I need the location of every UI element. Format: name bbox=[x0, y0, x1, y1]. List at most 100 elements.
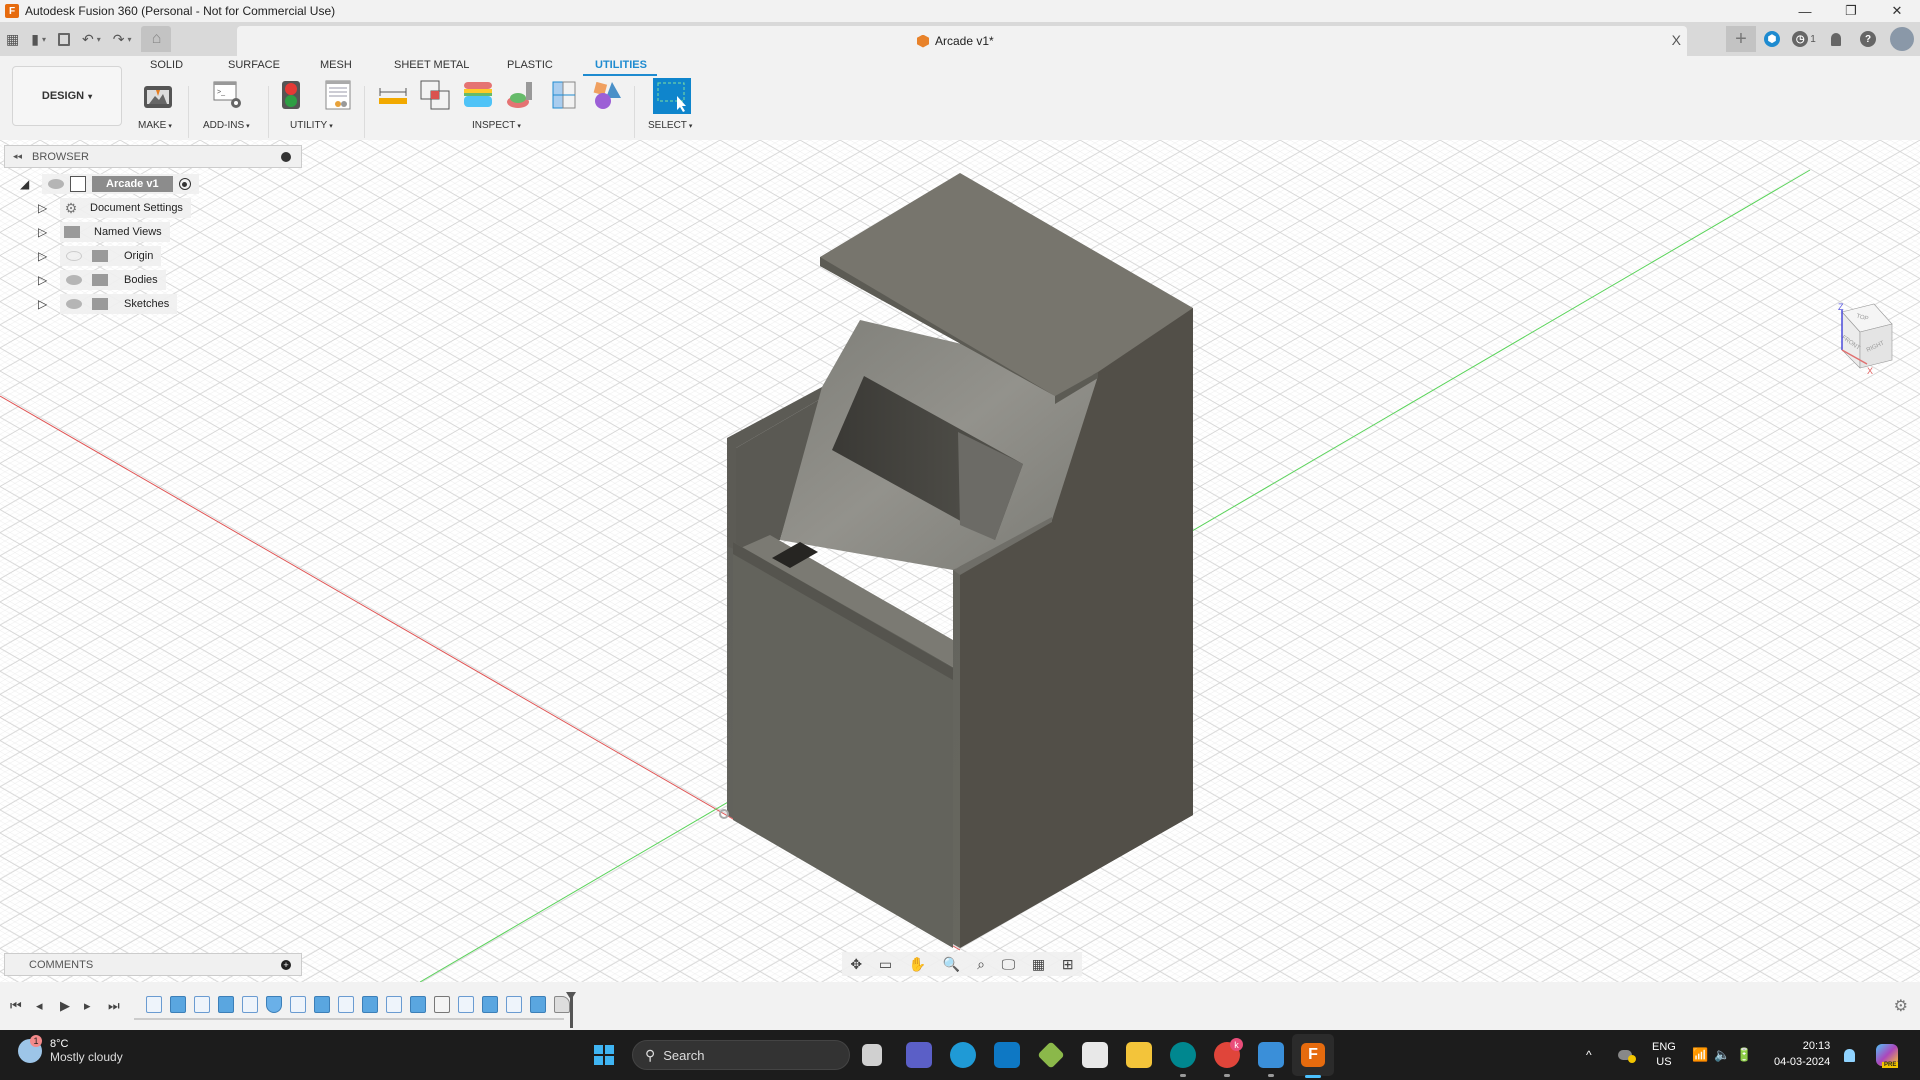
timeline-feature-sketch-icon[interactable] bbox=[242, 996, 258, 1013]
tab-plastic[interactable]: PLASTIC bbox=[507, 59, 553, 71]
browser-root-item[interactable]: ◢ Arcade v1 bbox=[20, 173, 199, 195]
timeline-feature-extrude-icon[interactable] bbox=[530, 996, 546, 1013]
curvature-analysis-icon[interactable] bbox=[463, 80, 493, 110]
start-button[interactable] bbox=[594, 1045, 614, 1065]
wifi-icon[interactable]: 📶 bbox=[1692, 1030, 1708, 1080]
weather-widget[interactable]: 1 8°C Mostly cloudy bbox=[18, 1035, 123, 1064]
draft-analysis-icon[interactable] bbox=[506, 80, 536, 110]
help-button[interactable]: ? bbox=[1852, 31, 1884, 47]
workspace-switcher[interactable]: DESIGN ▾ bbox=[12, 66, 122, 126]
add-comment-icon[interactable]: + bbox=[281, 959, 291, 970]
timeline-feature-sketch-icon[interactable] bbox=[290, 996, 306, 1013]
go-to-end-button[interactable]: ⏭ bbox=[108, 998, 120, 1014]
taskbar-search[interactable]: ⚲ Search bbox=[632, 1040, 850, 1070]
notification-center-icon[interactable] bbox=[1844, 1030, 1855, 1080]
undo-button[interactable]: ↶ ▾ bbox=[76, 26, 107, 52]
expand-triangle-icon[interactable]: ▷ bbox=[38, 201, 50, 215]
zoom-icon[interactable]: 🔍 bbox=[943, 956, 960, 973]
browser-item-bodies[interactable]: ▷ Bodies bbox=[38, 269, 166, 291]
tab-solid[interactable]: SOLID bbox=[150, 59, 183, 71]
timeline-feature-sketch-icon[interactable] bbox=[146, 996, 162, 1013]
add-ins-group-label[interactable]: ADD-INS ▾ bbox=[203, 120, 250, 131]
timeline-feature-extrude-icon[interactable] bbox=[170, 996, 186, 1013]
minimize-button[interactable]: — bbox=[1782, 0, 1828, 22]
file-menu-button[interactable]: ▮ ▾ bbox=[25, 26, 52, 52]
measure-icon[interactable] bbox=[378, 80, 408, 110]
timeline-feature-shell-icon[interactable] bbox=[434, 996, 450, 1013]
tab-mesh[interactable]: MESH bbox=[320, 59, 352, 71]
restore-button[interactable]: ❐ bbox=[1828, 0, 1874, 22]
language-indicator[interactable]: ENG US bbox=[1652, 1030, 1676, 1080]
orbit-icon[interactable]: ✥ bbox=[850, 956, 862, 973]
browser-item-document-settings[interactable]: ▷ ⚙ Document Settings bbox=[38, 197, 191, 219]
interference-icon[interactable] bbox=[420, 80, 450, 110]
show-hidden-icons[interactable]: ^ bbox=[1586, 1030, 1592, 1080]
redo-button[interactable]: ↷ ▾ bbox=[107, 26, 138, 52]
look-at-icon[interactable]: ▭ bbox=[879, 956, 892, 973]
close-window-button[interactable]: ✕ bbox=[1874, 0, 1920, 22]
timeline-feature-extrude-icon[interactable] bbox=[410, 996, 426, 1013]
clock[interactable]: 20:13 04-03-2024 bbox=[1774, 1038, 1830, 1070]
tab-utilities[interactable]: UTILITIES bbox=[595, 59, 647, 71]
browser-item-named-views[interactable]: ▷ Named Views bbox=[38, 221, 170, 243]
pan-icon[interactable]: ✋ bbox=[909, 956, 926, 973]
job-status-button[interactable]: ◷ 1 bbox=[1788, 31, 1820, 47]
pin-icon[interactable] bbox=[281, 151, 291, 162]
eye-icon[interactable] bbox=[66, 275, 82, 285]
arduino-icon[interactable] bbox=[1170, 1042, 1196, 1068]
timeline-feature-extrude-icon[interactable] bbox=[314, 996, 330, 1013]
extensions-button[interactable]: ⬢ bbox=[1756, 31, 1788, 47]
timeline-feature-sketch-icon[interactable] bbox=[506, 996, 522, 1013]
expanded-triangle-icon[interactable]: ◢ bbox=[20, 177, 32, 191]
section-analysis-icon[interactable] bbox=[549, 80, 579, 110]
browser-item-origin[interactable]: ▷ Origin bbox=[38, 245, 162, 267]
timeline-feature-sketch-icon[interactable] bbox=[458, 996, 474, 1013]
microsoft-store-icon[interactable] bbox=[1082, 1042, 1108, 1068]
3d-canvas[interactable]: TOP FRONT RIGHT Z X bbox=[0, 140, 1920, 982]
new-tab-button[interactable]: + bbox=[1726, 26, 1756, 52]
select-group-label[interactable]: SELECT ▾ bbox=[648, 120, 692, 131]
vscode-icon[interactable] bbox=[994, 1042, 1020, 1068]
timeline-feature-sketch-icon[interactable] bbox=[194, 996, 210, 1013]
eye-hidden-icon[interactable] bbox=[66, 251, 82, 261]
play-button[interactable]: ▶ bbox=[60, 998, 70, 1014]
notifications-button[interactable] bbox=[1820, 32, 1852, 46]
document-tab[interactable]: Arcade v1* X bbox=[237, 26, 1687, 56]
timeline-marker[interactable] bbox=[566, 992, 576, 1028]
edge-icon[interactable] bbox=[950, 1042, 976, 1068]
expand-triangle-icon[interactable]: ▷ bbox=[38, 297, 50, 311]
browser-item-sketches[interactable]: ▷ Sketches bbox=[38, 293, 178, 315]
git-client-icon[interactable] bbox=[1037, 1041, 1065, 1069]
expand-triangle-icon[interactable]: ▷ bbox=[38, 225, 50, 239]
make-group-label[interactable]: MAKE ▾ bbox=[138, 120, 172, 131]
comments-panel-header[interactable]: COMMENTS + bbox=[4, 953, 302, 976]
scripts-addins-icon[interactable]: >_ bbox=[213, 80, 243, 110]
onedrive-warning-icon[interactable] bbox=[1618, 1030, 1636, 1080]
data-panel-button[interactable]: ▦ bbox=[0, 26, 25, 52]
task-view-icon[interactable] bbox=[862, 1044, 882, 1066]
user-avatar[interactable] bbox=[1890, 27, 1914, 51]
timeline-feature-sketch-icon[interactable] bbox=[338, 996, 354, 1013]
copilot-icon[interactable]: PRE bbox=[1876, 1030, 1899, 1080]
activate-radio-icon[interactable] bbox=[178, 178, 191, 190]
battery-icon[interactable]: 🔋 bbox=[1736, 1030, 1752, 1080]
tab-sheet-metal[interactable]: SHEET METAL bbox=[394, 59, 469, 71]
timeline-feature-extrude-icon[interactable] bbox=[482, 996, 498, 1013]
arcade-cabinet-model[interactable] bbox=[0, 140, 1920, 982]
file-explorer-icon[interactable] bbox=[1126, 1042, 1152, 1068]
3d-print-icon[interactable] bbox=[143, 80, 173, 110]
tab-surface[interactable]: SURFACE bbox=[228, 59, 280, 71]
timeline-feature-sketch-icon[interactable] bbox=[386, 996, 402, 1013]
eye-icon[interactable] bbox=[66, 299, 82, 309]
go-to-start-button[interactable]: ⏮ bbox=[10, 998, 22, 1014]
inspect-group-label[interactable]: INSPECT ▾ bbox=[472, 120, 521, 131]
eye-icon[interactable] bbox=[48, 179, 64, 189]
utility-group-label[interactable]: UTILITY ▾ bbox=[290, 120, 333, 131]
collapse-icon[interactable]: ◂◂ bbox=[13, 151, 22, 162]
home-tab-button[interactable]: ⌂ bbox=[141, 26, 172, 52]
viewports-icon[interactable]: ⊞ bbox=[1062, 956, 1074, 973]
view-cube[interactable]: TOP FRONT RIGHT Z X bbox=[1812, 302, 1912, 402]
traffic-light-icon[interactable] bbox=[281, 80, 301, 110]
expand-triangle-icon[interactable]: ▷ bbox=[38, 249, 50, 263]
teams-icon[interactable] bbox=[906, 1042, 932, 1068]
